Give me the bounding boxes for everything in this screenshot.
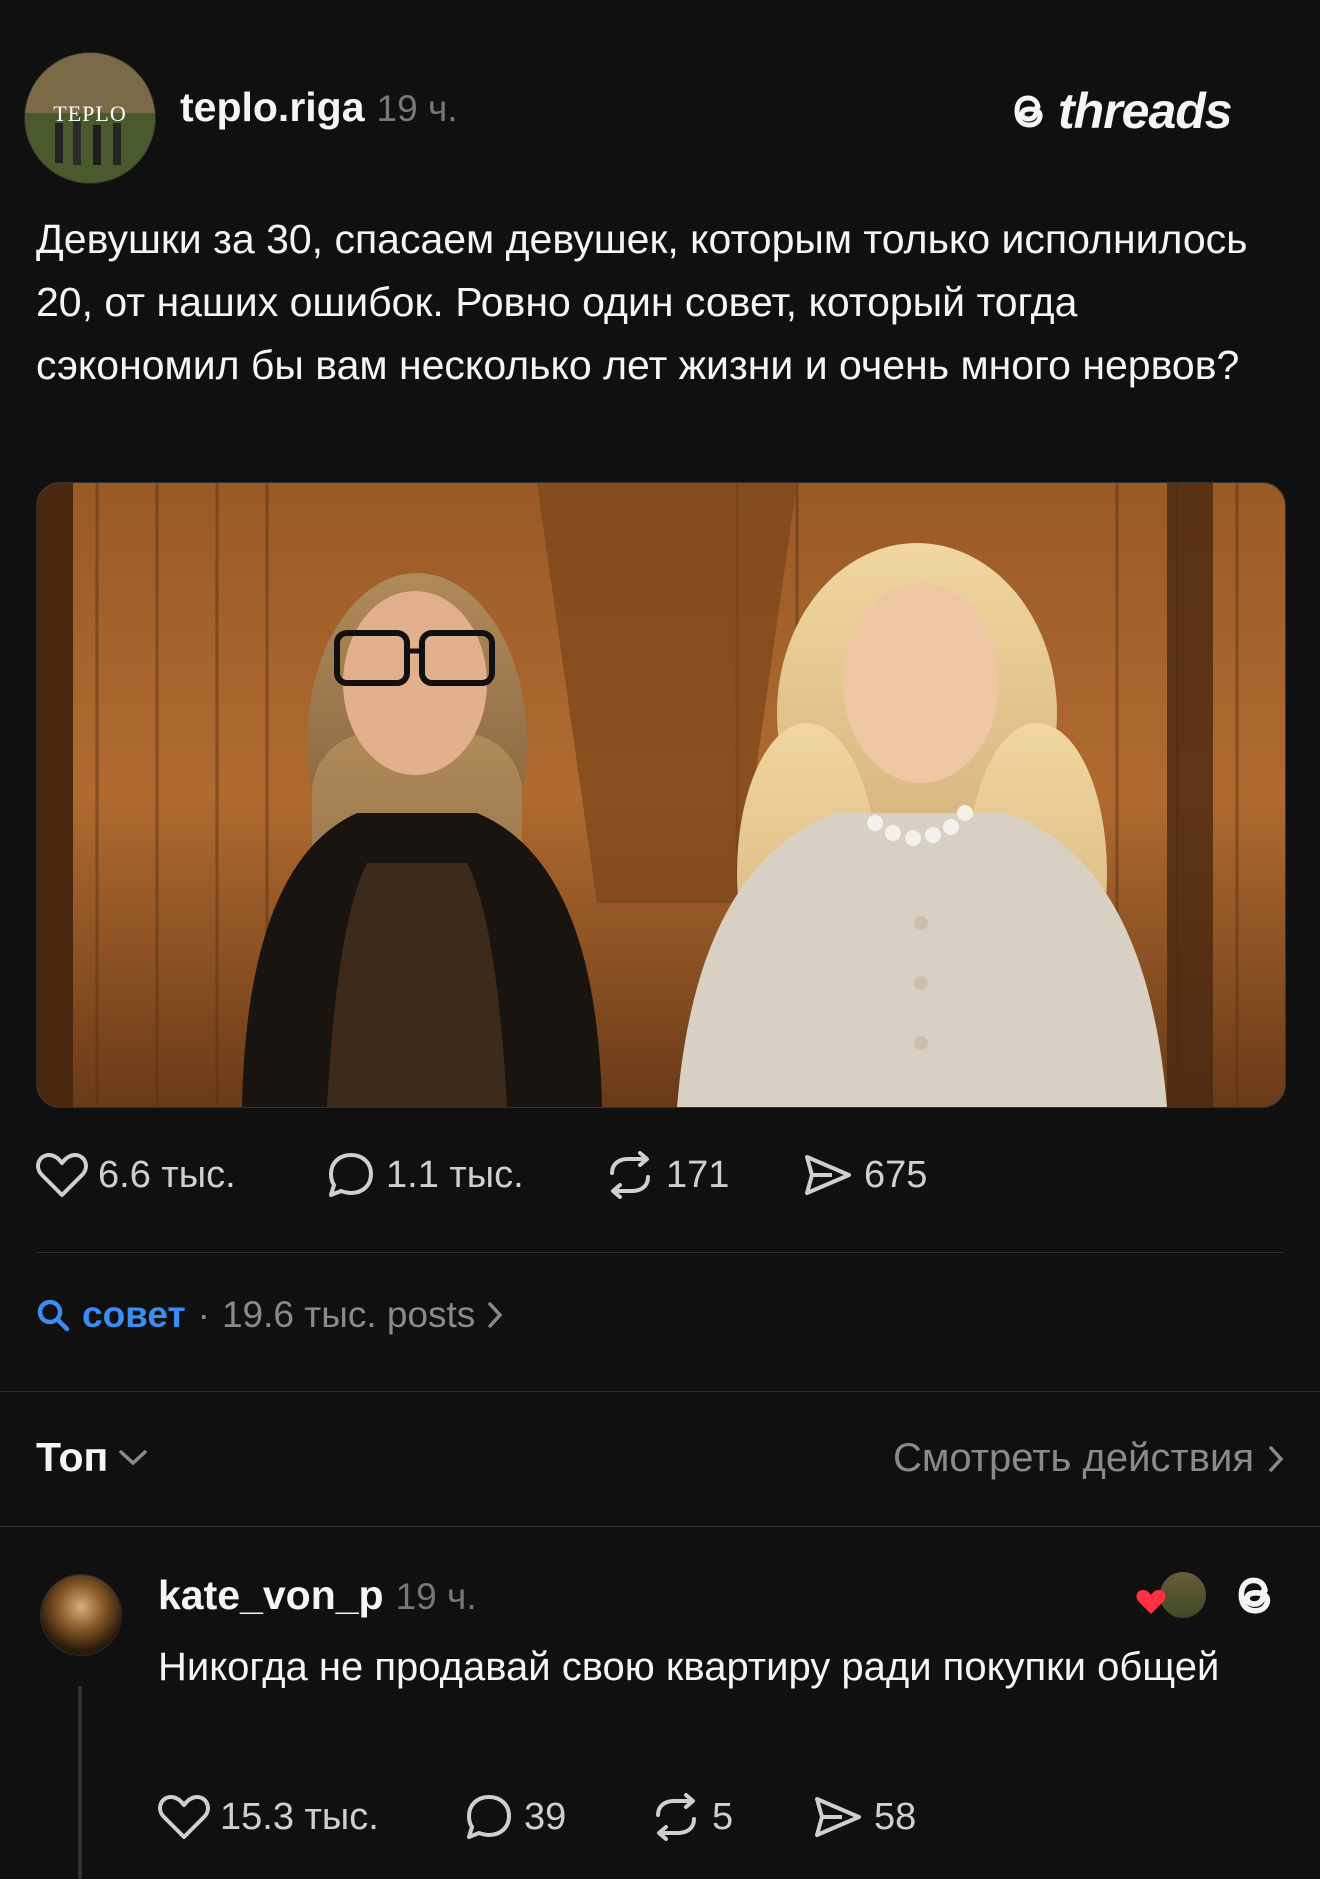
post-time: 19 ч.: [376, 88, 458, 129]
comment-icon: [329, 1153, 373, 1197]
post-text: Девушки за 30, спасаем девушек, которым …: [36, 216, 1248, 388]
view-activity-link[interactable]: Смотреть действия: [893, 1436, 1284, 1481]
post-like-button[interactable]: 6.6 тыс.: [36, 1151, 326, 1199]
thread-line: [78, 1686, 82, 1879]
post-comment-count: 1.1 тыс.: [386, 1153, 524, 1196]
sort-dropdown[interactable]: Топ: [36, 1434, 148, 1481]
reply-comment-count: 39: [524, 1795, 567, 1838]
reply-like-button[interactable]: 15.3 тыс.: [158, 1793, 464, 1841]
reply-username[interactable]: kate_von_p 19 ч.: [158, 1572, 477, 1619]
search-icon: [37, 1299, 70, 1332]
post-image[interactable]: [36, 482, 1286, 1108]
reply-comment-button[interactable]: 39: [464, 1792, 650, 1842]
share-icon: [815, 1797, 861, 1837]
threads-icon: [1014, 95, 1043, 128]
reply-time: 19 ч.: [395, 1576, 477, 1617]
reply-repost-count: 5: [712, 1795, 734, 1838]
section-divider: [0, 1526, 1320, 1527]
post-share-button[interactable]: 675: [802, 1151, 927, 1199]
divider: [36, 1252, 1284, 1253]
post-username-text[interactable]: teplo.riga: [180, 84, 365, 130]
reply-repost-button[interactable]: 5: [650, 1793, 812, 1841]
chevron-right-icon: [1269, 1445, 1284, 1472]
reply-like-count: 15.3 тыс.: [220, 1795, 379, 1838]
share-icon: [805, 1155, 851, 1195]
reply-share-count: 58: [874, 1795, 917, 1838]
threads-logo: threads: [1008, 82, 1233, 140]
post-like-count: 6.6 тыс.: [98, 1153, 236, 1196]
post-username[interactable]: teplo.riga 19 ч.: [180, 84, 458, 131]
heart-icon: [36, 1153, 88, 1197]
avatar-brand-text: TEPLO: [53, 101, 127, 126]
heart-filled-icon: [1136, 1590, 1166, 1614]
post-author-avatar[interactable]: TEPLO: [24, 52, 156, 184]
section-divider: [0, 1391, 1320, 1392]
repost-icon: [610, 1151, 650, 1199]
threads-wordmark: threads: [1058, 83, 1233, 139]
chevron-down-icon: [119, 1449, 148, 1465]
topic-tag-name[interactable]: совет: [82, 1294, 186, 1336]
post-share-count: 675: [864, 1153, 928, 1196]
reply-actions-bar: 15.3 тыс. 39 5 58: [158, 1792, 916, 1842]
repost-icon: [656, 1793, 696, 1841]
reply-author-avatar[interactable]: [40, 1574, 122, 1656]
post-comment-button[interactable]: 1.1 тыс.: [326, 1150, 604, 1200]
reply-username-text[interactable]: kate_von_p: [158, 1572, 384, 1618]
chevron-right-icon: [488, 1302, 503, 1328]
post-repost-count: 171: [666, 1153, 730, 1196]
reply-share-button[interactable]: 58: [812, 1793, 916, 1841]
topic-tag-posts-count: 19.6 тыс. posts: [221, 1294, 476, 1335]
post-actions-bar: 6.6 тыс. 1.1 тыс. 171 675: [36, 1150, 927, 1200]
sort-label[interactable]: Топ: [36, 1434, 108, 1481]
liked-by-author-indicator: [1136, 1570, 1208, 1620]
topic-tag-link[interactable]: совет · 19.6 тыс. posts: [36, 1294, 503, 1336]
threads-icon: [1238, 1577, 1271, 1614]
post-image-illustration: [37, 483, 1285, 1107]
topic-tag-separator: ·: [197, 1294, 210, 1335]
post-repost-button[interactable]: 171: [604, 1151, 802, 1199]
reply-text: Никогда не продавай свою квартиру ради п…: [158, 1645, 1220, 1689]
comment-icon: [467, 1795, 511, 1839]
threads-icon-button[interactable]: [1230, 1568, 1282, 1627]
view-activity-label[interactable]: Смотреть действия: [893, 1436, 1254, 1481]
heart-icon: [158, 1795, 210, 1839]
